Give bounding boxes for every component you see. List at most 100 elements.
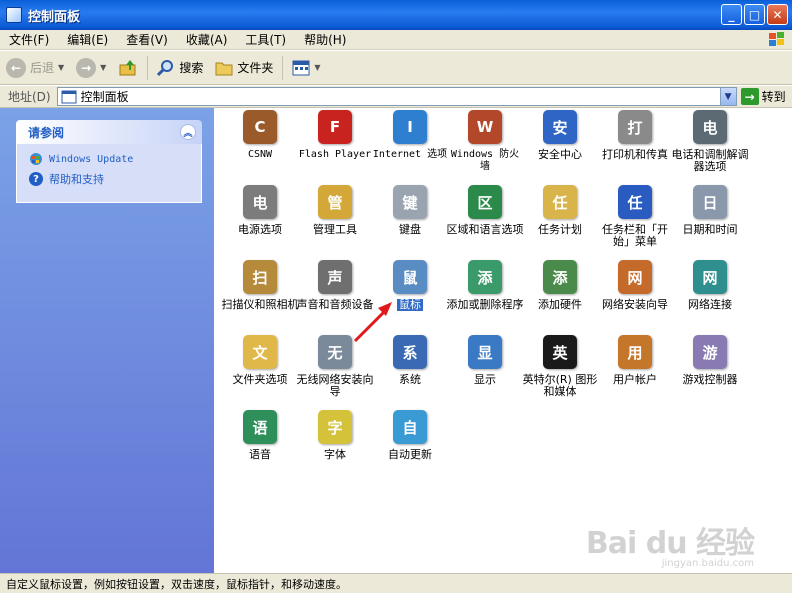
collapse-icon[interactable]: ︽ bbox=[180, 124, 196, 140]
item-csnw[interactable]: C CSNW bbox=[221, 110, 299, 161]
item-scheduled-tasks[interactable]: 任任务计划 bbox=[521, 185, 599, 236]
item-display[interactable]: 显显示 bbox=[446, 335, 524, 386]
menu-view[interactable]: 查看(V) bbox=[117, 31, 177, 48]
item-label: 扫描仪和照相机 bbox=[221, 298, 299, 311]
search-label: 搜索 bbox=[179, 61, 204, 75]
item-keyboard[interactable]: 键键盘 bbox=[371, 185, 449, 236]
status-bar: 自定义鼠标设置，例如按钮设置，双击速度，鼠标指针，和移动速度。 bbox=[0, 573, 792, 593]
item-label: 网络安装向导 bbox=[602, 298, 668, 311]
add-hardware-icon: 添 bbox=[543, 260, 577, 294]
item-power[interactable]: 电电源选项 bbox=[221, 185, 299, 236]
up-folder-button[interactable] bbox=[112, 55, 144, 81]
item-security-center[interactable]: 安安全中心 bbox=[521, 110, 599, 161]
user-accounts-icon: 用 bbox=[618, 335, 652, 369]
item-speech[interactable]: 语语音 bbox=[221, 410, 299, 461]
item-clock[interactable]: 日日期和时间 bbox=[671, 185, 749, 236]
regional-icon: 区 bbox=[468, 185, 502, 219]
item-printer[interactable]: 打打印机和传真 bbox=[596, 110, 674, 161]
chevron-down-icon: ▼ bbox=[314, 63, 321, 72]
item-intel-graphics[interactable]: 英英特尔(R) 图形和媒体 bbox=[521, 335, 599, 398]
intel-graphics-icon: 英 bbox=[543, 335, 577, 369]
see-also-panel: 请参阅 ︽ Windows Update ? 帮助和支持 bbox=[16, 120, 202, 203]
baidu-watermark: Bai du 经验 jingyan.baidu.com bbox=[586, 518, 755, 569]
address-value: 控制面板 bbox=[80, 90, 129, 104]
item-network-connections[interactable]: 网网络连接 bbox=[671, 260, 749, 311]
menu-favorites[interactable]: 收藏(A) bbox=[177, 31, 237, 48]
item-automatic-updates[interactable]: 自自动更新 bbox=[371, 410, 449, 461]
item-label: CSNW bbox=[247, 149, 273, 160]
folders-button[interactable]: 文件夹 bbox=[209, 55, 279, 81]
csnw-icon: C bbox=[243, 110, 277, 144]
printer-icon: 打 bbox=[618, 110, 652, 144]
item-label: 自动更新 bbox=[388, 448, 432, 461]
item-label: 日期和时间 bbox=[682, 223, 738, 236]
views-button[interactable]: ▼ bbox=[286, 55, 326, 81]
menu-edit[interactable]: 编辑(E) bbox=[58, 31, 117, 48]
internet-options-icon: I bbox=[393, 110, 427, 144]
forward-button[interactable]: → ▼ bbox=[70, 55, 112, 81]
item-game-controller[interactable]: 游游戏控制器 bbox=[671, 335, 749, 386]
address-bar: 地址(D) 控制面板 ▼ → 转到 bbox=[0, 86, 792, 108]
see-also-body: Windows Update ? 帮助和支持 bbox=[16, 144, 202, 203]
firewall-icon: W bbox=[468, 110, 502, 144]
item-taskbar[interactable]: 任任务栏和「开始」菜单 bbox=[596, 185, 674, 248]
folder-options-icon: 文 bbox=[243, 335, 277, 369]
forward-arrow-icon: → bbox=[76, 57, 97, 78]
item-flash[interactable]: F Flash Player bbox=[296, 110, 374, 161]
item-network-wizard[interactable]: 网网络安装向导 bbox=[596, 260, 674, 311]
go-arrow-icon: → bbox=[740, 88, 759, 105]
item-label: Windows 防火墙 bbox=[450, 149, 520, 172]
windows-update-link[interactable]: Windows Update bbox=[29, 152, 191, 166]
see-also-title: 请参阅 bbox=[28, 125, 65, 140]
minimize-button[interactable]: _ bbox=[721, 4, 742, 25]
menu-help[interactable]: 帮助(H) bbox=[295, 31, 355, 48]
close-button[interactable]: ✕ bbox=[767, 4, 788, 25]
automatic-updates-icon: 自 bbox=[393, 410, 427, 444]
item-user-accounts[interactable]: 用用户帐户 bbox=[596, 335, 674, 386]
chevron-down-icon: ▼ bbox=[100, 63, 107, 72]
keyboard-icon: 键 bbox=[393, 185, 427, 219]
control-panel-icon bbox=[6, 7, 22, 23]
go-button[interactable]: → 转到 bbox=[740, 88, 786, 105]
item-label: 任务栏和「开始」菜单 bbox=[602, 223, 668, 248]
clock-icon: 日 bbox=[693, 185, 727, 219]
item-label: Flash Player bbox=[298, 149, 372, 160]
item-folder-options[interactable]: 文文件夹选项 bbox=[221, 335, 299, 386]
maximize-button[interactable]: □ bbox=[744, 4, 765, 25]
item-phone-modem[interactable]: 电电话和调制解调器选项 bbox=[671, 110, 749, 173]
item-internet-options[interactable]: I Internet 选项 bbox=[371, 110, 449, 161]
item-add-remove[interactable]: 添添加或删除程序 bbox=[446, 260, 524, 311]
menu-tools[interactable]: 工具(T) bbox=[236, 31, 295, 48]
menu-file[interactable]: 文件(F) bbox=[0, 31, 58, 48]
task-pane: 请参阅 ︽ Windows Update ? 帮助和支持 bbox=[0, 108, 214, 573]
search-button[interactable]: 搜索 bbox=[151, 55, 209, 81]
see-also-header[interactable]: 请参阅 ︽ bbox=[16, 120, 202, 144]
item-regional[interactable]: 区区域和语言选项 bbox=[446, 185, 524, 236]
control-panel-icon bbox=[61, 90, 77, 103]
address-label: 地址(D) bbox=[8, 90, 51, 104]
item-scanner[interactable]: 扫扫描仪和照相机 bbox=[221, 260, 299, 311]
folder-icon bbox=[215, 62, 233, 75]
help-icon: ? bbox=[29, 172, 43, 186]
item-add-hardware[interactable]: 添添加硬件 bbox=[521, 260, 599, 311]
windows-update-label: Windows Update bbox=[49, 153, 134, 165]
item-wireless[interactable]: 无无线网络安装向导 bbox=[296, 335, 374, 398]
item-label: 系统 bbox=[399, 373, 421, 386]
item-label: 区域和语言选项 bbox=[446, 223, 524, 236]
item-admin-tools[interactable]: 管管理工具 bbox=[296, 185, 374, 236]
item-label: 网络连接 bbox=[688, 298, 732, 311]
address-dropdown-button[interactable]: ▼ bbox=[719, 88, 736, 105]
item-fonts[interactable]: 字字体 bbox=[296, 410, 374, 461]
item-label: 管理工具 bbox=[313, 223, 357, 236]
help-support-link[interactable]: ? 帮助和支持 bbox=[29, 171, 191, 187]
item-label: 语音 bbox=[249, 448, 271, 461]
item-label: 鼠标 bbox=[397, 298, 423, 311]
wireless-icon: 无 bbox=[318, 335, 352, 369]
phone-modem-icon: 电 bbox=[693, 110, 727, 144]
address-input[interactable]: 控制面板 ▼ bbox=[56, 87, 737, 106]
item-label: 键盘 bbox=[399, 223, 421, 236]
item-firewall[interactable]: W Windows 防火墙 bbox=[446, 110, 524, 173]
window-title: 控制面板 bbox=[28, 9, 81, 25]
back-button[interactable]: ← 后退 ▼ bbox=[0, 55, 70, 81]
back-arrow-icon: ← bbox=[6, 57, 26, 78]
